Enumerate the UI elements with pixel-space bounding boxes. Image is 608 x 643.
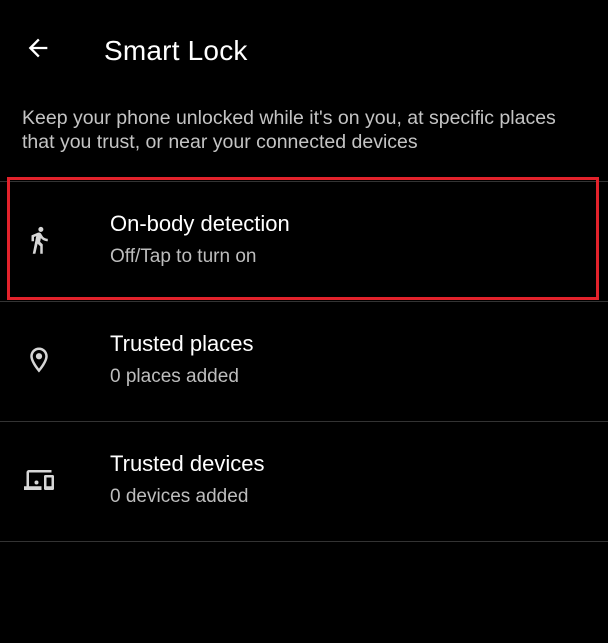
list-item-trusted-places[interactable]: Trusted places 0 places added [0,301,608,421]
page-description: Keep your phone unlocked while it's on y… [22,107,556,153]
list-item-trusted-devices[interactable]: Trusted devices 0 devices added [0,421,608,541]
page-title: Smart Lock [104,35,248,66]
row-subtitle: 0 devices added [110,486,249,507]
row-title: Trusted devices [110,451,265,476]
row-subtitle: Off/Tap to turn on [110,246,257,267]
row-subtitle: 0 places added [110,366,239,387]
app-bar: Smart Lock [0,0,608,100]
divider [0,541,608,542]
location-pin-icon [20,341,58,379]
walking-person-icon [20,221,58,259]
arrow-back-icon [24,34,52,67]
back-button[interactable] [14,26,62,74]
row-title: On-body detection [110,211,290,236]
row-title: Trusted places [110,331,254,356]
list-item-on-body-detection[interactable]: On-body detection Off/Tap to turn on [0,181,608,301]
devices-icon [20,461,58,499]
